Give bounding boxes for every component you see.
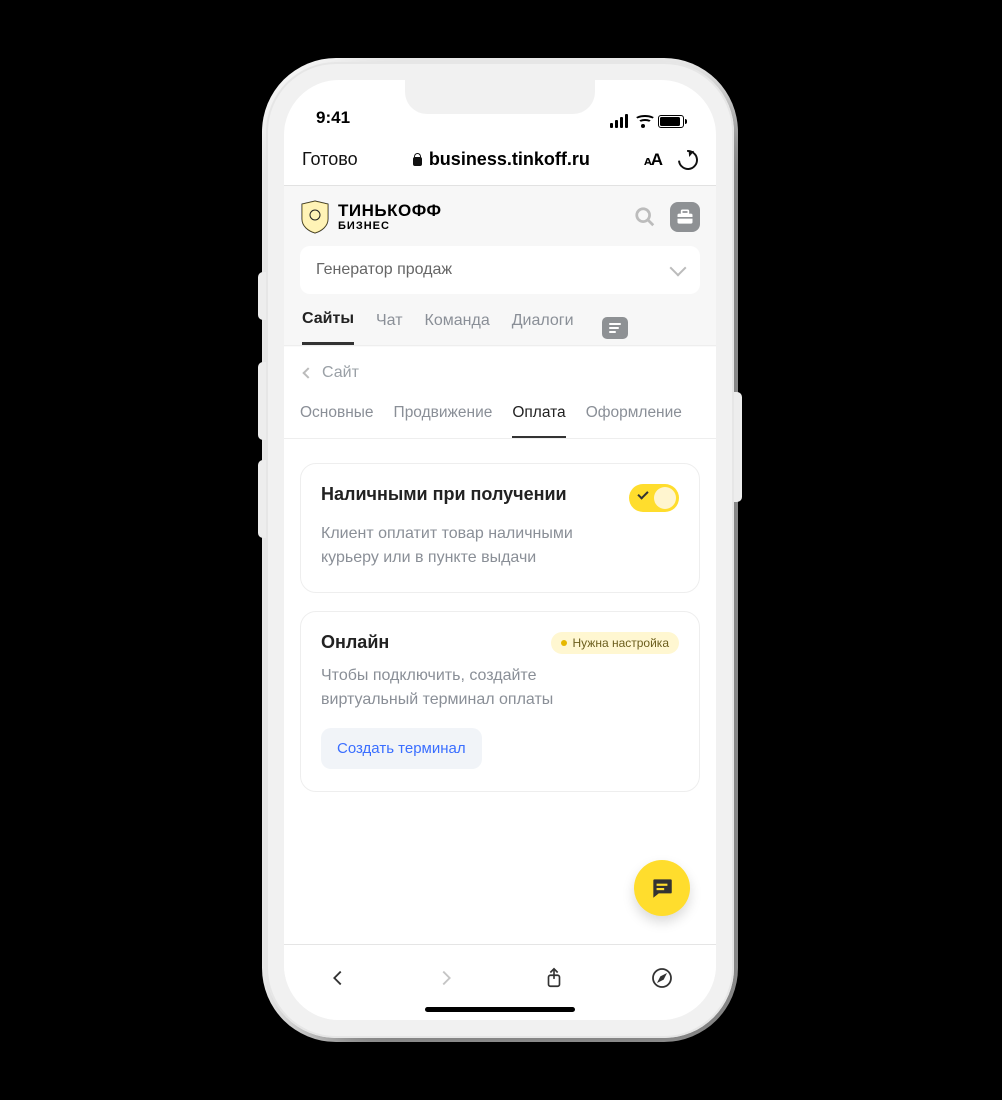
brand-logo[interactable]: ТИНЬКОФФ БИЗНЕС	[300, 200, 442, 234]
done-button[interactable]: Готово	[302, 149, 358, 170]
dot-icon	[561, 640, 567, 646]
brand-line2: БИЗНЕС	[338, 221, 442, 232]
mute-switch	[258, 272, 266, 320]
lock-icon	[412, 153, 423, 166]
phone-frame: 9:41 Готово business.tinkoff.ru ᴀA	[266, 62, 734, 1038]
tab-team[interactable]: Команда	[425, 312, 490, 344]
status-time: 9:41	[316, 108, 350, 128]
chevron-left-icon	[302, 367, 313, 378]
subtab-main[interactable]: Основные	[300, 404, 374, 438]
status-badge: Нужна настройка	[551, 632, 680, 654]
badge-text: Нужна настройка	[573, 636, 670, 650]
card-online-title: Онлайн	[321, 632, 389, 653]
text-size-button[interactable]: ᴀA	[644, 150, 662, 170]
check-icon	[637, 488, 648, 499]
browser-top-bar: Готово business.tinkoff.ru ᴀA	[284, 134, 716, 186]
toggle-knob	[654, 487, 676, 509]
toggle-cash[interactable]	[629, 484, 679, 512]
chat-icon[interactable]	[602, 317, 628, 339]
shield-icon	[300, 200, 330, 234]
battery-icon	[658, 115, 684, 128]
tab-sites[interactable]: Сайты	[302, 310, 354, 345]
search-button[interactable]	[630, 202, 660, 232]
brand-line1: ТИНЬКОФФ	[338, 202, 442, 219]
card-online: Онлайн Нужна настройка Чтобы подключить,…	[300, 611, 700, 792]
main-tabs: Сайты Чат Команда Диалоги	[284, 294, 716, 345]
payment-cards: Наличными при получении Клиент оплатит т…	[284, 439, 716, 816]
share-button[interactable]	[541, 965, 567, 991]
nav-forward-button[interactable]	[433, 965, 459, 991]
sub-tabs: Основные Продвижение Оплата Оформление	[284, 390, 716, 439]
chat-bubble-icon	[649, 875, 675, 901]
subtab-design[interactable]: Оформление	[586, 404, 682, 438]
tab-chat[interactable]: Чат	[376, 312, 403, 344]
compass-button[interactable]	[649, 965, 675, 991]
card-cash-desc: Клиент оплатит товар наличными курьеру и…	[321, 522, 601, 570]
section-dropdown[interactable]: Генератор продаж	[300, 246, 700, 294]
notch	[405, 80, 595, 114]
subtab-payment[interactable]: Оплата	[512, 404, 565, 438]
create-terminal-button[interactable]: Создать терминал	[321, 728, 482, 769]
url-text: business.tinkoff.ru	[429, 149, 590, 170]
card-cash-title: Наличными при получении	[321, 484, 567, 505]
power-button	[734, 392, 742, 502]
page-header: ТИНЬКОФФ БИЗНЕС	[284, 186, 716, 246]
breadcrumb-back[interactable]: Сайт	[284, 346, 716, 390]
briefcase-button[interactable]	[670, 202, 700, 232]
chat-fab[interactable]	[634, 860, 690, 916]
cellular-icon	[610, 114, 628, 128]
breadcrumb-label: Сайт	[322, 364, 359, 382]
dropdown-value: Генератор продаж	[316, 261, 452, 279]
subtab-promo[interactable]: Продвижение	[394, 404, 493, 438]
card-cash: Наличными при получении Клиент оплатит т…	[300, 463, 700, 593]
wifi-icon	[634, 115, 652, 128]
home-indicator[interactable]	[425, 1007, 575, 1012]
volume-up-button	[258, 362, 266, 440]
screen: 9:41 Готово business.tinkoff.ru ᴀA	[284, 80, 716, 1020]
tab-dialogs[interactable]: Диалоги	[512, 312, 574, 344]
volume-down-button	[258, 460, 266, 538]
reload-button[interactable]	[674, 145, 702, 173]
nav-back-button[interactable]	[325, 965, 351, 991]
address-bar[interactable]: business.tinkoff.ru	[374, 149, 628, 170]
chevron-down-icon	[670, 260, 687, 277]
card-online-desc: Чтобы подключить, создайте виртуальный т…	[321, 664, 601, 712]
